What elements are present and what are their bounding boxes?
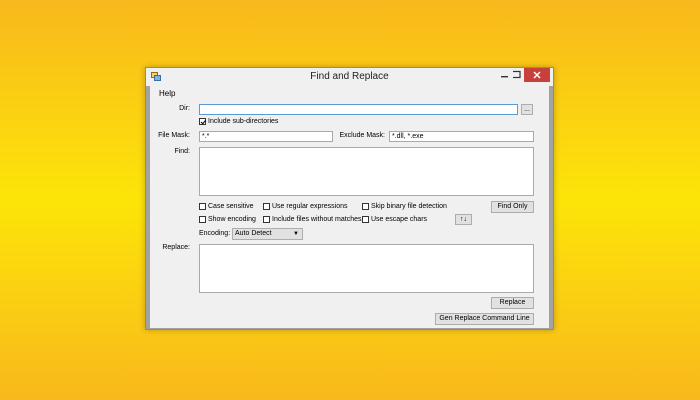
title-bar[interactable]: Find and Replace bbox=[146, 68, 553, 86]
find-only-button[interactable]: Find Only bbox=[491, 201, 534, 213]
skip-binary-checkbox[interactable] bbox=[362, 203, 369, 210]
escape-chars-checkbox[interactable] bbox=[362, 216, 369, 223]
show-encoding-checkbox[interactable] bbox=[199, 216, 206, 223]
regex-checkbox[interactable] bbox=[263, 203, 270, 210]
gen-replace-command-line-button[interactable]: Gen Replace Command Line bbox=[435, 313, 534, 325]
chevron-down-icon: ▼ bbox=[293, 231, 299, 237]
dialog-client-area: Help Dir: ... Include sub-directories Fi… bbox=[150, 86, 549, 328]
replace-label: Replace: bbox=[162, 244, 190, 251]
skip-binary-label: Skip binary file detection bbox=[371, 203, 447, 210]
show-encoding-label: Show encoding bbox=[208, 216, 256, 223]
include-subdirs-label: Include sub-directories bbox=[208, 118, 279, 125]
include-subdirs-checkbox[interactable] bbox=[199, 118, 206, 125]
window-title: Find and Replace bbox=[310, 71, 389, 82]
close-icon[interactable] bbox=[524, 68, 550, 82]
exclude-mask-label: Exclude Mask: bbox=[339, 132, 385, 139]
swap-button[interactable]: ↑↓ bbox=[455, 214, 472, 225]
exclude-mask-input[interactable]: *.dll, *.exe bbox=[389, 131, 534, 142]
encoding-value: Auto Detect bbox=[235, 230, 272, 237]
regex-label: Use regular expressions bbox=[272, 203, 348, 210]
include-no-match-checkbox[interactable] bbox=[263, 216, 270, 223]
replace-button[interactable]: Replace bbox=[491, 297, 534, 309]
menu-help[interactable]: Help bbox=[159, 89, 175, 98]
escape-chars-label: Use escape chars bbox=[371, 216, 428, 223]
browse-button[interactable]: ... bbox=[521, 104, 533, 115]
file-mask-label: File Mask: bbox=[158, 132, 190, 139]
replace-textarea[interactable] bbox=[199, 244, 534, 293]
file-mask-input[interactable]: *.* bbox=[199, 131, 333, 142]
include-no-match-label: Include files without matches bbox=[272, 216, 362, 223]
find-label: Find: bbox=[174, 148, 190, 155]
case-sensitive-checkbox[interactable] bbox=[199, 203, 206, 210]
find-replace-window: Find and Replace Help Dir: ... Include s… bbox=[145, 67, 554, 330]
find-textarea[interactable] bbox=[199, 147, 534, 196]
case-sensitive-label: Case sensitive bbox=[208, 203, 254, 210]
encoding-label: Encoding: bbox=[199, 230, 231, 237]
encoding-select[interactable]: Auto Detect ▼ bbox=[232, 228, 303, 240]
dir-input[interactable] bbox=[199, 104, 518, 115]
dir-label: Dir: bbox=[179, 105, 190, 112]
